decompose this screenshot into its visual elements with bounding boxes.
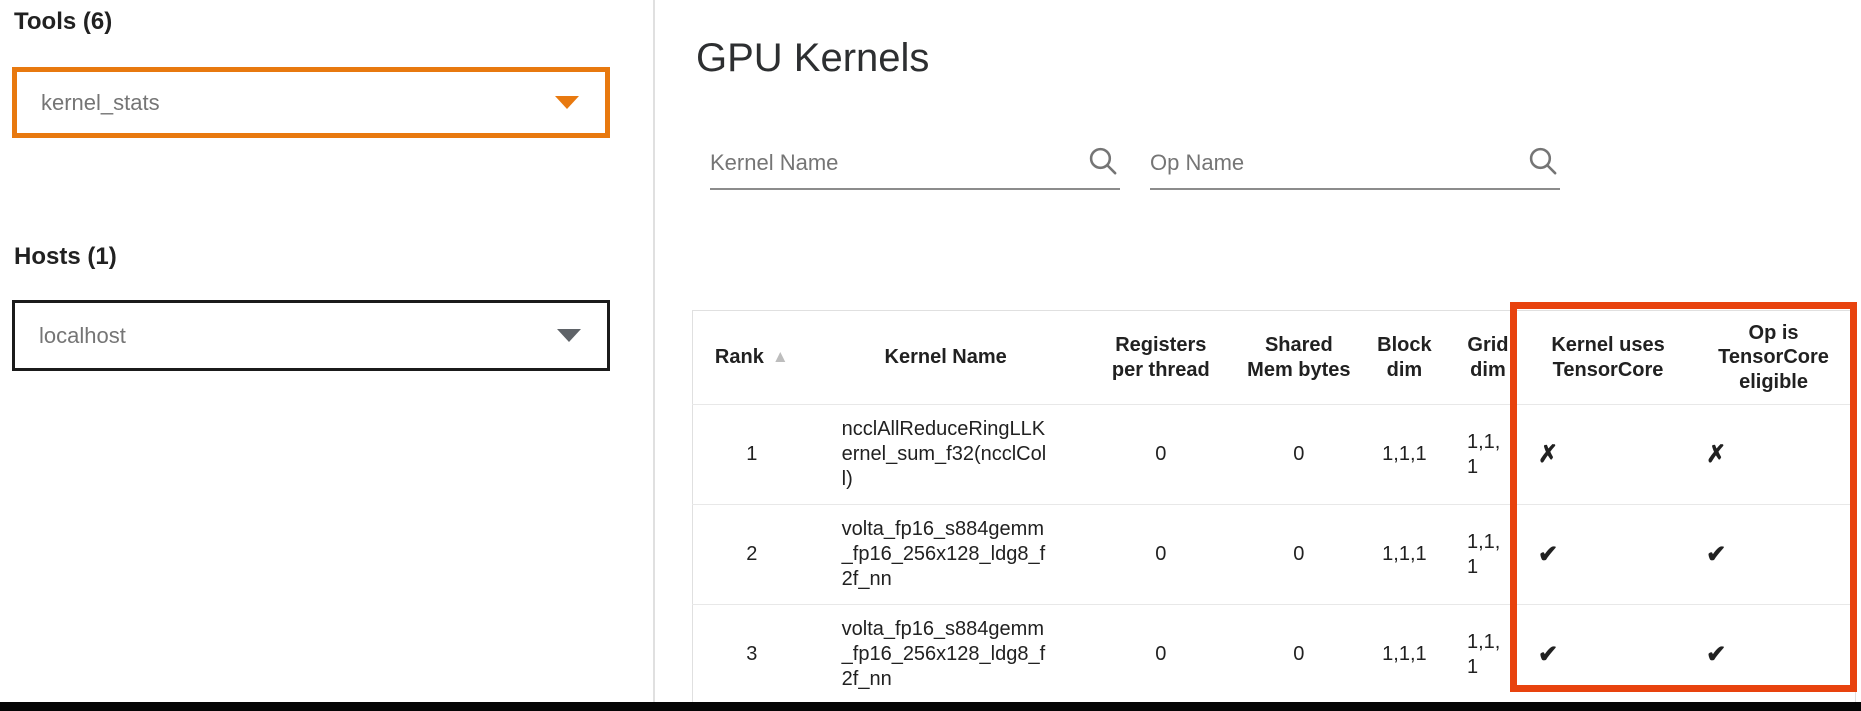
shared-mem-cell: 0 (1241, 505, 1357, 605)
column-header-rank-label: Rank (715, 346, 764, 368)
kernel-name-cell: volta_fp16_s884gemm_fp16_256x128_ldg8_f2… (811, 505, 1081, 605)
column-header-registers-per-thread[interactable]: Registers per thread (1081, 311, 1241, 405)
chevron-down-icon (557, 329, 581, 342)
kernel-uses-tensorcore-cell: ✗ (1524, 405, 1692, 505)
rank-cell: 3 (693, 605, 811, 705)
grid-dim-cell: 1,1,1 (1452, 405, 1524, 505)
grid-dim-text: 1,1,1 (1467, 530, 1509, 580)
kernel-name-text: volta_fp16_s884gemm_fp16_256x128_ldg8_f2… (842, 617, 1050, 692)
rank-cell: 1 (693, 405, 811, 505)
grid-dim-cell: 1,1,1 (1452, 505, 1524, 605)
registers-cell: 0 (1081, 605, 1241, 705)
kernel-name-text: ncclAllReduceRingLLKernel_sum_f32(ncclCo… (842, 417, 1050, 492)
search-icon (1526, 144, 1560, 183)
shared-mem-cell: 0 (1241, 405, 1357, 505)
kernel-uses-tensorcore-cell: ✔ (1524, 505, 1692, 605)
kernel-name-search-field (710, 138, 1120, 190)
column-header-kernel-name[interactable]: Kernel Name (811, 311, 1081, 405)
tools-label: Tools (6) (14, 8, 112, 36)
table-row: 3 volta_fp16_s884gemm_fp16_256x128_ldg8_… (693, 605, 1856, 705)
kernel-name-cell: volta_fp16_s884gemm_fp16_256x128_ldg8_f2… (811, 605, 1081, 705)
gpu-kernels-table: Rank ▲ Kernel Name Registers per thread S… (692, 310, 1856, 705)
grid-dim-text: 1,1,1 (1467, 630, 1509, 680)
shared-mem-cell: 0 (1241, 605, 1357, 705)
column-header-kernel-uses-tensorcore[interactable]: Kernel uses TensorCore (1524, 311, 1692, 405)
kernel-name-text: volta_fp16_s884gemm_fp16_256x128_ldg8_f2… (842, 517, 1050, 592)
sort-ascending-icon: ▲ (772, 347, 789, 366)
op-name-search-input[interactable] (1150, 150, 1520, 176)
table-row: 1 ncclAllReduceRingLLKernel_sum_f32(nccl… (693, 405, 1856, 505)
main-content: GPU Kernels (655, 0, 1861, 702)
registers-cell: 0 (1081, 405, 1241, 505)
grid-dim-cell: 1,1,1 (1452, 605, 1524, 705)
search-icon (1086, 144, 1120, 183)
page-title: GPU Kernels (696, 36, 929, 81)
kernel-name-cell: ncclAllReduceRingLLKernel_sum_f32(ncclCo… (811, 405, 1081, 505)
block-dim-cell: 1,1,1 (1357, 405, 1452, 505)
rank-cell: 2 (693, 505, 811, 605)
column-header-rank[interactable]: Rank ▲ (693, 311, 811, 405)
profiler-page: Tools (6) kernel_stats Hosts (1) localho… (0, 0, 1861, 711)
sidebar: Tools (6) kernel_stats Hosts (1) localho… (0, 0, 653, 702)
column-header-block-dim[interactable]: Block dim (1357, 311, 1452, 405)
tools-dropdown[interactable]: kernel_stats (12, 67, 610, 138)
column-header-op-is-tensorcore-eligible[interactable]: Op is TensorCore eligible (1692, 311, 1855, 405)
tools-dropdown-value: kernel_stats (41, 90, 555, 116)
block-dim-cell: 1,1,1 (1357, 505, 1452, 605)
kernel-uses-tensorcore-cell: ✔ (1524, 605, 1692, 705)
registers-cell: 0 (1081, 505, 1241, 605)
column-header-grid-dim[interactable]: Grid dim (1452, 311, 1524, 405)
table-row: 2 volta_fp16_s884gemm_fp16_256x128_ldg8_… (693, 505, 1856, 605)
op-tensorcore-eligible-cell: ✗ (1692, 405, 1855, 505)
op-tensorcore-eligible-cell: ✔ (1692, 505, 1855, 605)
block-dim-cell: 1,1,1 (1357, 605, 1452, 705)
column-header-shared-mem-bytes[interactable]: Shared Mem bytes (1241, 311, 1357, 405)
window-bottom-border (0, 702, 1861, 711)
search-row (710, 138, 1590, 190)
hosts-label: Hosts (1) (14, 243, 117, 271)
chevron-down-icon (555, 96, 579, 109)
grid-dim-text: 1,1,1 (1467, 430, 1509, 480)
hosts-dropdown[interactable]: localhost (12, 300, 610, 371)
table-header-row: Rank ▲ Kernel Name Registers per thread S… (693, 311, 1856, 405)
hosts-dropdown-value: localhost (39, 323, 557, 349)
op-tensorcore-eligible-cell: ✔ (1692, 605, 1855, 705)
op-name-search-field (1150, 138, 1560, 190)
kernel-name-search-input[interactable] (710, 150, 1080, 176)
